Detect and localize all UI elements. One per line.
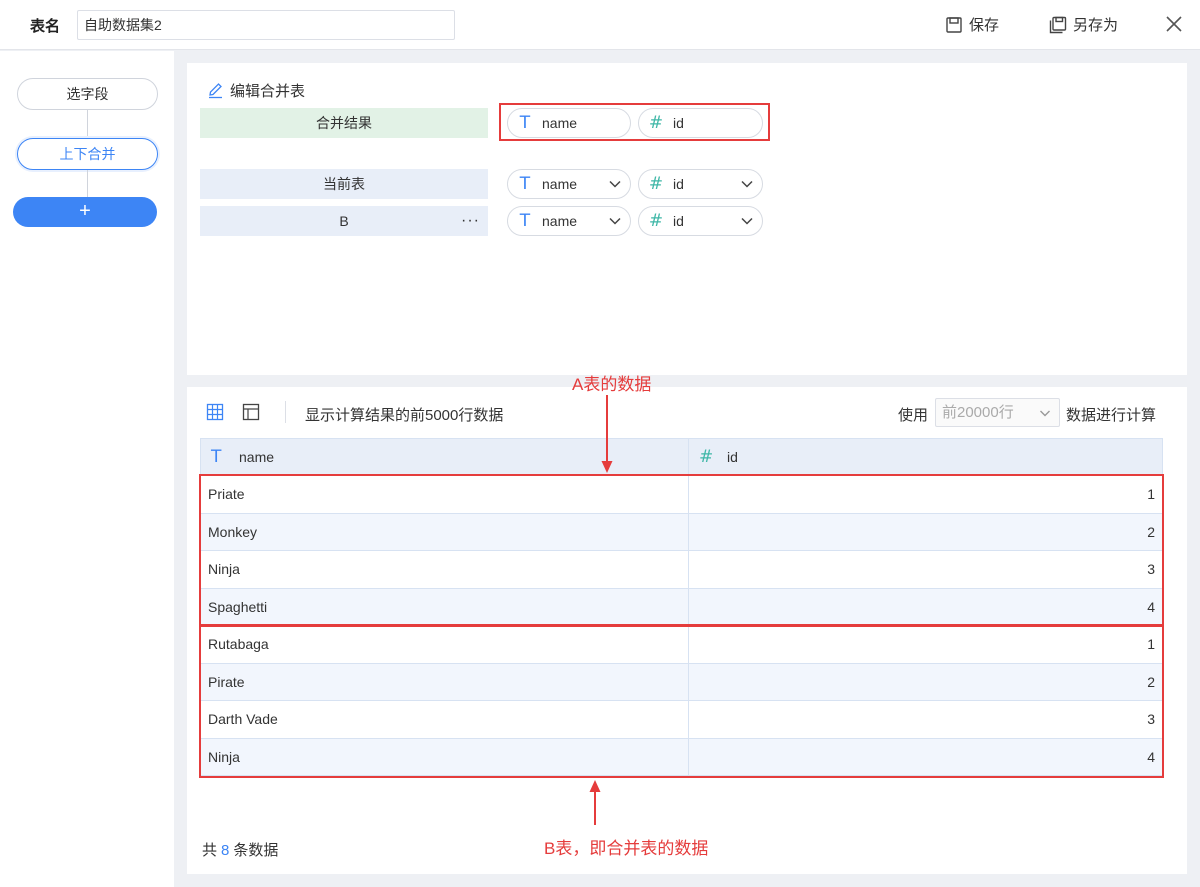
add-step-button[interactable]: + [13, 197, 157, 227]
step-union[interactable]: 上下合并 [17, 138, 158, 170]
column-header-id[interactable]: # id [688, 438, 1163, 476]
more-options-icon[interactable]: ··· [461, 206, 480, 236]
current-field-id-select[interactable]: # id [638, 169, 763, 199]
row-limit-value: 前20000行 [942, 404, 1014, 421]
step-connector [87, 170, 88, 197]
preview-description: 显示计算结果的前5000行数据 [305, 407, 504, 424]
column-header-name[interactable]: Tname [200, 438, 689, 476]
result-row-label: 合并结果 [200, 108, 488, 138]
b-field-name-select[interactable]: T name [507, 206, 631, 236]
union-editor: 编辑合并表 合并结果 T name # id 当前表 T name # id B… [187, 63, 1187, 375]
total-suffix: 条数据 [233, 842, 279, 859]
use-label: 使用 [898, 407, 929, 424]
save-as-button[interactable]: 另存为 [1049, 14, 1118, 35]
number-type-icon: # [699, 447, 714, 467]
step-connector [87, 110, 88, 138]
close-icon[interactable] [1164, 14, 1184, 34]
save-label: 保存 [969, 17, 1000, 34]
field-label: name [542, 176, 578, 192]
top-bar: 表名 自助数据集2 保存 另存为 [0, 0, 1200, 50]
total-prefix: 共 [202, 842, 218, 859]
step-select-fields[interactable]: 选字段 [17, 78, 158, 110]
use-suffix: 数据进行计算 [1066, 407, 1157, 424]
number-type-icon: # [648, 174, 664, 194]
text-type-icon: T [519, 174, 531, 194]
b-table-annotation: B表，即合并表的数据 [544, 839, 709, 858]
total-count: 8 [221, 842, 230, 859]
number-type-icon: # [648, 211, 664, 231]
field-label: id [673, 176, 684, 192]
chevron-down-icon [609, 217, 621, 225]
column-label: name [239, 449, 275, 465]
table-name-label: 表名 [30, 18, 61, 35]
b-table-row-label: B ··· [200, 206, 488, 236]
chevron-down-icon [741, 217, 753, 225]
field-label: name [542, 213, 578, 229]
save-button[interactable]: 保存 [945, 14, 999, 35]
down-arrow-icon [601, 395, 613, 473]
field-label: id [673, 213, 684, 229]
b-field-id-select[interactable]: # id [638, 206, 763, 236]
current-field-name-select[interactable]: T name [507, 169, 631, 199]
text-type-icon: T [519, 211, 531, 231]
save-icon [946, 16, 962, 33]
result-highlight-box [499, 103, 770, 141]
up-arrow-icon [589, 780, 601, 825]
row-count: 共 8 条数据 [202, 839, 278, 860]
layout-view-icon[interactable] [242, 403, 260, 421]
table-name-input[interactable]: 自助数据集2 [77, 10, 455, 40]
steps-panel: 选字段 上下合并 + [0, 51, 174, 887]
chevron-down-icon [1040, 410, 1050, 417]
edit-union-label: 编辑合并表 [230, 83, 306, 100]
edit-icon [209, 83, 222, 99]
table-header-row: Tname # id [200, 438, 1163, 476]
a-table-highlight-box [199, 474, 1164, 626]
edit-union-button[interactable]: 编辑合并表 [207, 80, 305, 101]
b-table-highlight-box [199, 625, 1164, 778]
toolbar-divider [285, 401, 286, 423]
text-type-icon: T [211, 447, 222, 467]
save-as-label: 另存为 [1073, 17, 1119, 34]
chevron-down-icon [609, 180, 621, 188]
current-table-row-label: 当前表 [200, 169, 488, 199]
b-table-label: B [339, 213, 349, 229]
a-table-annotation: A表的数据 [572, 375, 652, 394]
chevron-down-icon [741, 180, 753, 188]
column-label: id [727, 449, 738, 465]
row-limit-select[interactable]: 前20000行 [935, 398, 1060, 427]
grid-view-icon[interactable] [206, 403, 224, 421]
save-as-icon [1049, 16, 1067, 33]
